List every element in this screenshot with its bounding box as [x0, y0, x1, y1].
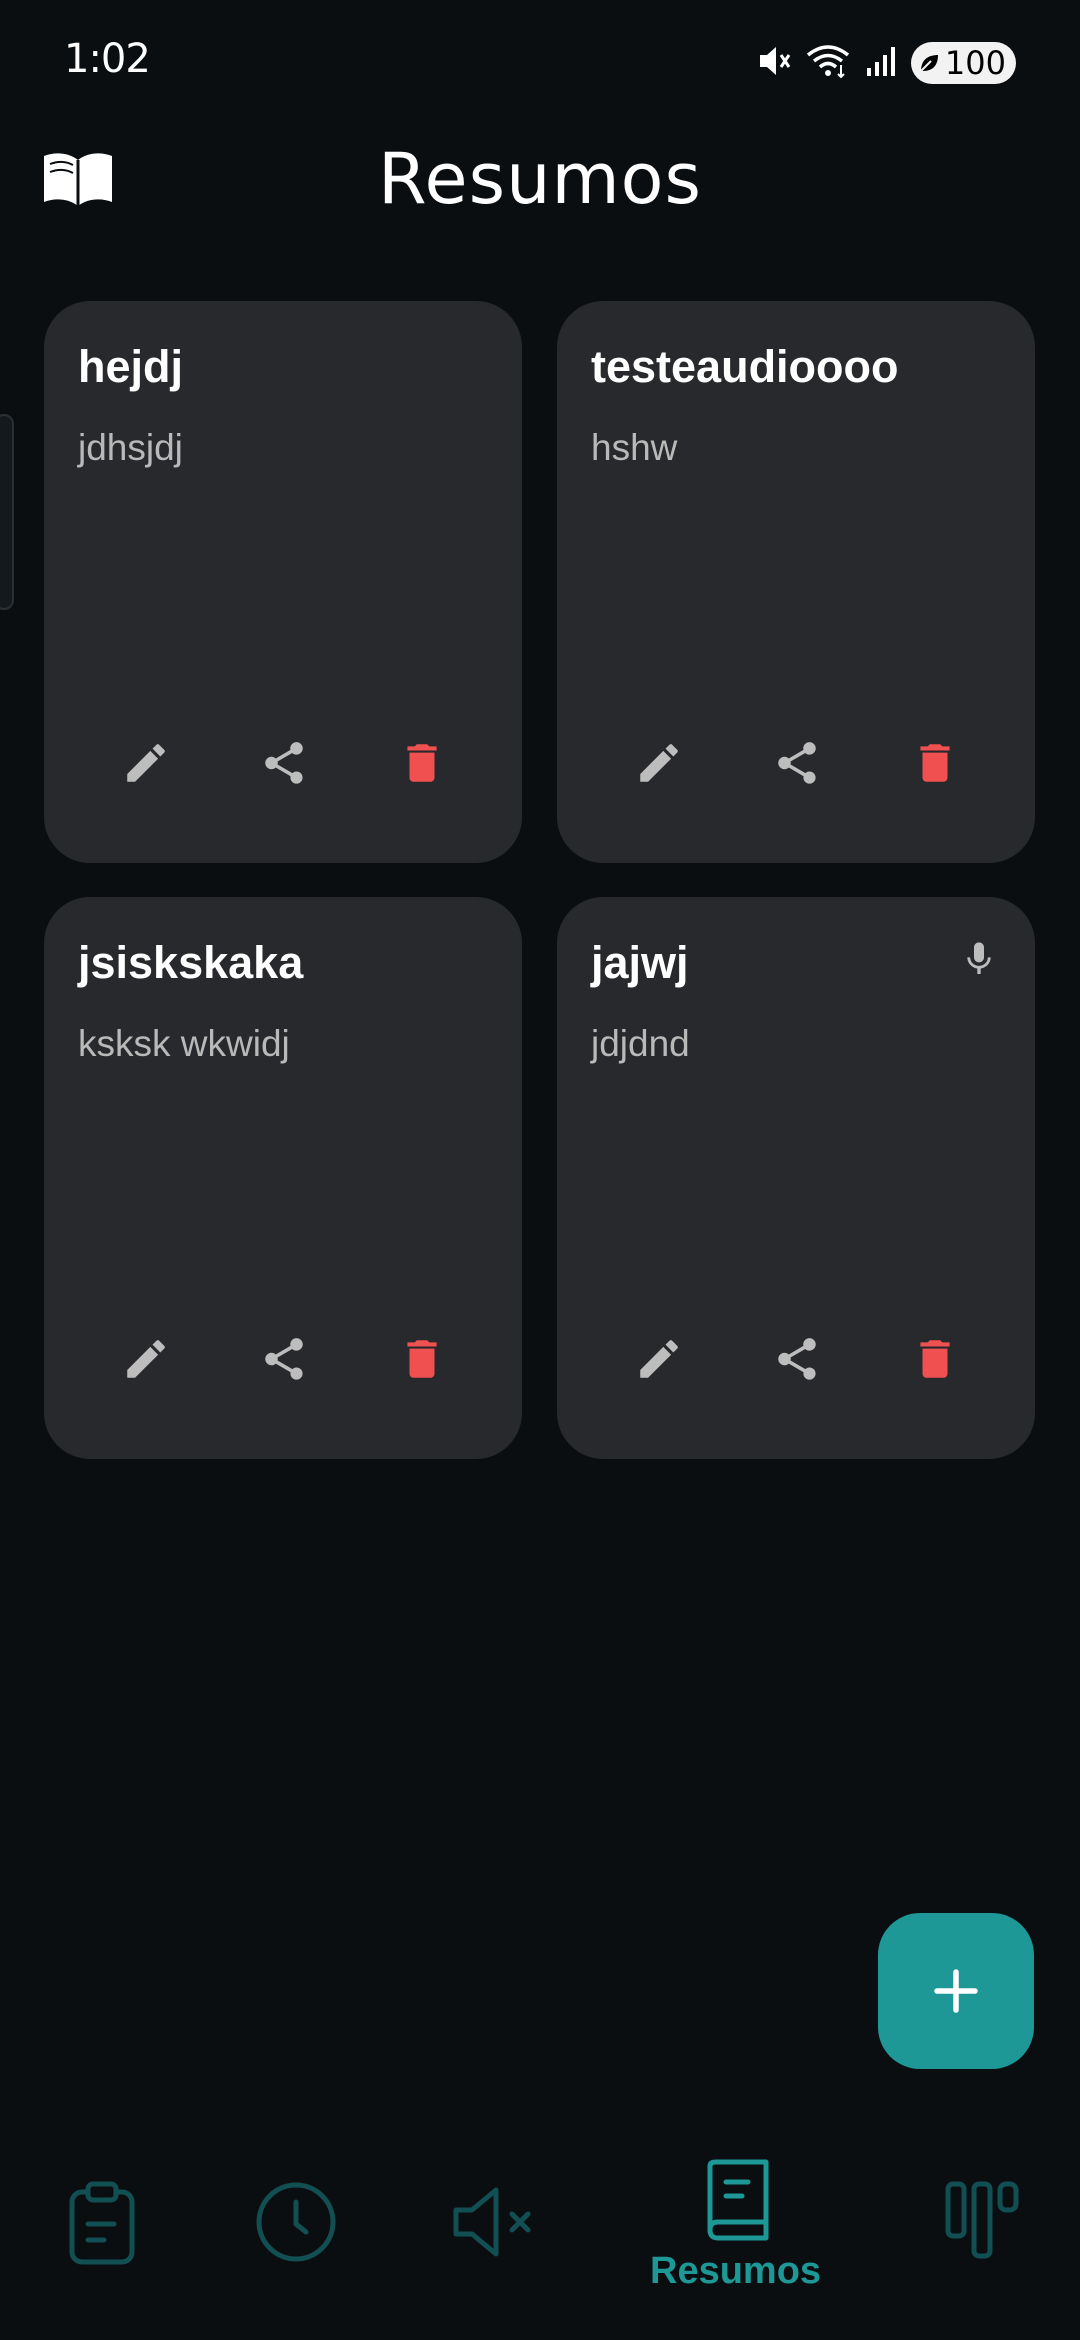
edit-icon: [127, 1340, 165, 1378]
delete-button[interactable]: [392, 1329, 452, 1389]
edit-button[interactable]: [629, 733, 689, 793]
nav-label-resumos: Resumos: [650, 2250, 822, 2292]
edit-button[interactable]: [116, 1329, 176, 1389]
summary-card[interactable]: jsiskskaka ksksk wkwidj: [44, 897, 522, 1459]
card-body: hshw: [591, 427, 678, 468]
mute-icon: [757, 43, 791, 84]
edit-icon: [127, 744, 165, 782]
card-actions: [557, 1329, 1035, 1389]
delete-button[interactable]: [392, 733, 452, 793]
edit-icon: [640, 744, 678, 782]
edit-button[interactable]: [116, 733, 176, 793]
share-button[interactable]: [767, 1329, 827, 1389]
share-icon: [778, 1338, 816, 1380]
share-button[interactable]: [254, 733, 314, 793]
add-summary-button[interactable]: [878, 1913, 1034, 2069]
share-icon: [265, 1338, 303, 1380]
edit-button[interactable]: [629, 1329, 689, 1389]
card-body: jdhsjdj: [78, 427, 183, 468]
page-title: Resumos: [378, 138, 702, 220]
clipboard-icon: [62, 2180, 142, 2271]
wifi-icon: [805, 43, 851, 84]
card-title: jajwj: [591, 937, 689, 988]
summary-grid: hejdj jdhsjdj testeaudioooo hshw jsisksk…: [44, 301, 1036, 1459]
card-body: ksksk wkwidj: [78, 1023, 290, 1064]
status-time: 1:02: [64, 36, 151, 82]
summary-card[interactable]: jajwj jdjdnd: [557, 897, 1035, 1459]
card-actions: [44, 1329, 522, 1389]
nav-item-clipboard[interactable]: [52, 2130, 152, 2330]
share-icon: [265, 742, 303, 784]
speaker-mute-icon: [450, 2180, 540, 2269]
edit-icon: [640, 1340, 678, 1378]
card-body: jdjdnd: [591, 1023, 690, 1064]
bars-icon: [944, 2180, 1020, 2265]
bottom-nav: Resumos: [0, 2130, 1080, 2340]
delete-icon: [920, 1340, 950, 1378]
clock-icon: [254, 2180, 338, 2269]
summary-card[interactable]: testeaudioooo hshw: [557, 301, 1035, 863]
nav-item-stats[interactable]: [930, 2130, 1030, 2330]
card-title: jsiskskaka: [78, 937, 304, 988]
share-button[interactable]: [767, 733, 827, 793]
mic-icon: [959, 937, 999, 981]
notebook-icon: [698, 2158, 774, 2247]
status-bar: 1:02 100: [0, 0, 1080, 120]
card-actions: [557, 733, 1035, 793]
plus-icon: [934, 1969, 978, 2013]
app-header: Resumos: [0, 130, 1080, 230]
nav-item-resumos[interactable]: Resumos: [650, 2130, 822, 2330]
share-button[interactable]: [254, 1329, 314, 1389]
summary-card[interactable]: hejdj jdhsjdj: [44, 301, 522, 863]
signal-icon: [865, 44, 897, 83]
battery-indicator: 100: [910, 42, 1016, 84]
nav-item-mute[interactable]: [446, 2130, 546, 2330]
edge-panel-handle[interactable]: [0, 414, 14, 610]
status-icons: 100: [757, 40, 1016, 86]
delete-button[interactable]: [905, 733, 965, 793]
card-title: hejdj: [78, 341, 184, 392]
share-icon: [778, 742, 816, 784]
delete-button[interactable]: [905, 1329, 965, 1389]
nav-item-history[interactable]: [246, 2130, 346, 2330]
delete-icon: [407, 1340, 437, 1378]
card-actions: [44, 733, 522, 793]
leaf-icon: [920, 55, 938, 72]
delete-icon: [407, 744, 437, 782]
battery-level: 100: [944, 44, 1006, 82]
delete-icon: [920, 744, 950, 782]
card-title: testeaudioooo: [591, 341, 899, 392]
